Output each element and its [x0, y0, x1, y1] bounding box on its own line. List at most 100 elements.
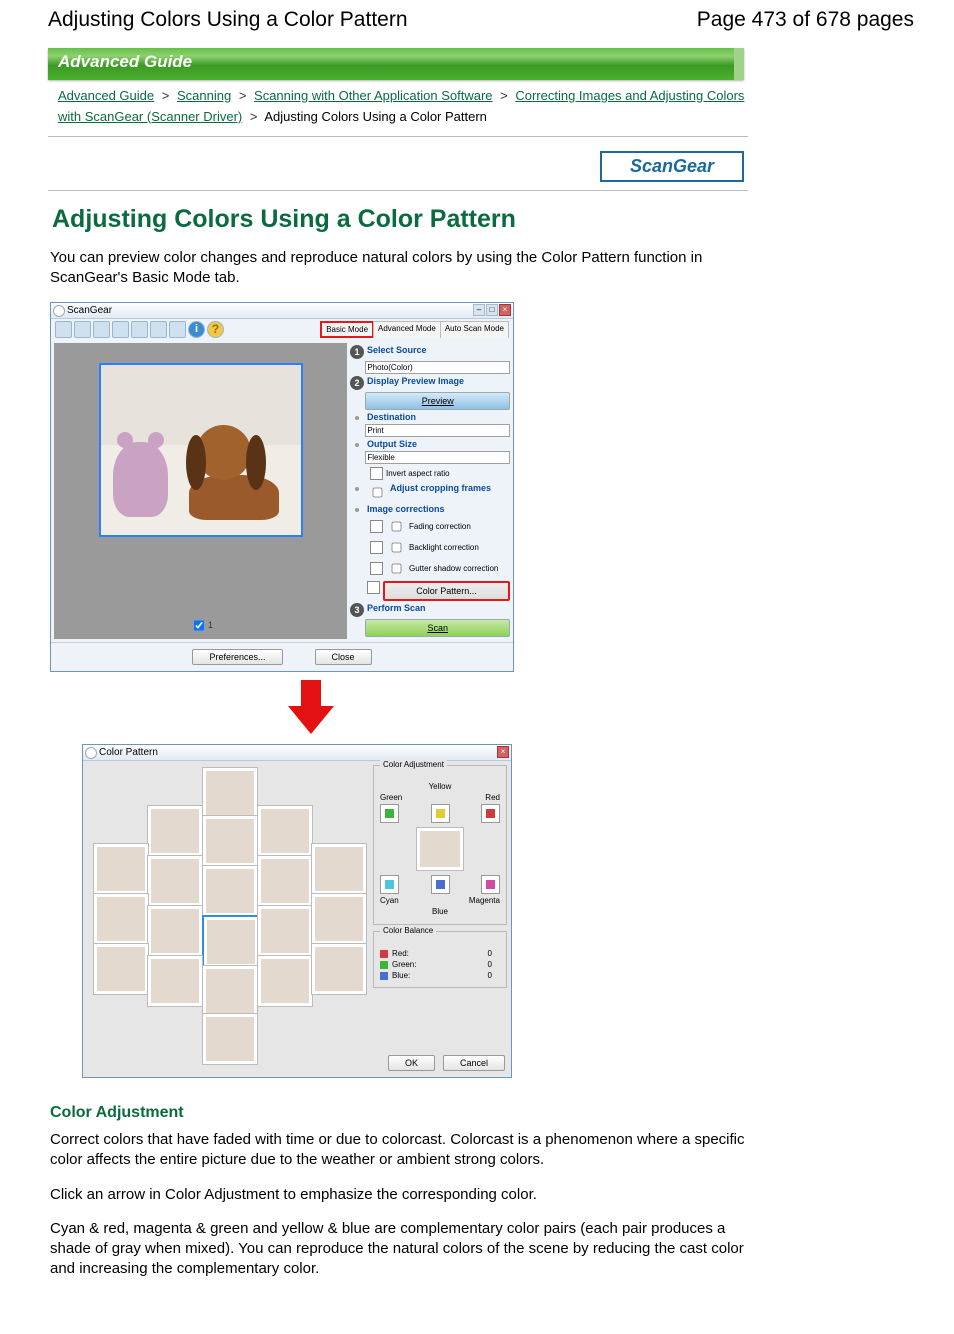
- crumb-other-app[interactable]: Scanning with Other Application Software: [254, 88, 492, 103]
- tool-icon[interactable]: [150, 321, 167, 338]
- crumb-advanced-guide[interactable]: Advanced Guide: [58, 88, 154, 103]
- color-adjustment-group: Color Adjustment Yellow GreenRed Cyan: [373, 765, 507, 925]
- pattern-thumb[interactable]: [202, 767, 258, 819]
- preferences-button[interactable]: Preferences...: [192, 649, 282, 665]
- label-preview: Display Preview Image: [367, 376, 510, 386]
- pattern-thumb[interactable]: [93, 843, 149, 895]
- tab-auto-scan-mode[interactable]: Auto Scan Mode: [440, 321, 509, 338]
- select-output-size[interactable]: Flexible: [365, 451, 510, 464]
- window-icon: [85, 747, 97, 759]
- window-titlebar: ScanGear – □ ×: [51, 303, 513, 319]
- ok-button[interactable]: OK: [388, 1055, 435, 1071]
- intro-text: You can preview color changes and reprod…: [50, 248, 750, 289]
- adjust-red-button[interactable]: [481, 804, 500, 823]
- scangear-window: ScanGear – □ × i ? Basic Mode: [50, 302, 514, 672]
- balance-red-value: 0: [488, 949, 492, 958]
- label-perform-scan: Perform Scan: [367, 603, 510, 613]
- select-source[interactable]: Photo(Color): [365, 361, 510, 374]
- minimize-icon[interactable]: –: [473, 304, 485, 316]
- tab-advanced-mode[interactable]: Advanced Mode: [373, 321, 441, 338]
- pattern-thumb-selected[interactable]: [202, 915, 260, 969]
- adjust-cyan-button[interactable]: [380, 875, 399, 894]
- color-pattern-window: Color Pattern ×: [82, 744, 512, 1078]
- tab-basic-mode[interactable]: Basic Mode: [320, 321, 374, 338]
- gutter-checkbox[interactable]: [392, 564, 402, 574]
- pattern-thumb[interactable]: [311, 843, 367, 895]
- backlight-icon: [370, 541, 383, 554]
- banner-advanced-guide: Advanced Guide: [48, 48, 744, 80]
- section-heading: Color Adjustment: [50, 1104, 914, 1122]
- maximize-icon[interactable]: □: [486, 304, 498, 316]
- doc-title: Adjusting Colors Using a Color Pattern: [48, 8, 408, 32]
- tool-icon[interactable]: [131, 321, 148, 338]
- label-image-corrections: Image corrections: [367, 504, 510, 514]
- close-button[interactable]: Close: [315, 649, 372, 665]
- tool-icon[interactable]: [74, 321, 91, 338]
- aspect-icon: [370, 467, 383, 480]
- color-pattern-button[interactable]: Color Pattern...: [383, 581, 510, 601]
- crumb-current: Adjusting Colors Using a Color Pattern: [264, 109, 487, 124]
- pattern-thumb[interactable]: [257, 855, 313, 907]
- page-header: Adjusting Colors Using a Color Pattern P…: [48, 8, 914, 32]
- tool-icon[interactable]: [55, 321, 72, 338]
- fading-icon: [370, 520, 383, 533]
- pattern-thumb[interactable]: [147, 955, 203, 1007]
- toolbar: i ? Basic Mode Advanced Mode Auto Scan M…: [51, 319, 513, 340]
- adjust-magenta-button[interactable]: [481, 875, 500, 894]
- tool-icon[interactable]: [93, 321, 110, 338]
- color-pattern-icon: [367, 581, 380, 594]
- preview-button[interactable]: Preview: [365, 392, 510, 410]
- pattern-thumb[interactable]: [93, 893, 149, 945]
- adjust-crop-checkbox[interactable]: [373, 488, 383, 498]
- balance-blue-value: 0: [488, 971, 492, 980]
- label-output-size: Output Size: [367, 439, 510, 449]
- pattern-thumb[interactable]: [202, 865, 258, 917]
- adjustment-preview: [416, 827, 464, 871]
- adjust-green-button[interactable]: [380, 804, 399, 823]
- adjust-yellow-button[interactable]: [431, 804, 450, 823]
- label-select-source: Select Source: [367, 345, 510, 355]
- pattern-thumb[interactable]: [202, 815, 258, 867]
- page-title: Adjusting Colors Using a Color Pattern: [52, 205, 914, 234]
- breadcrumb: Advanced Guide > Scanning > Scanning wit…: [58, 86, 758, 128]
- scangear-badge: ScanGear: [600, 151, 744, 182]
- pattern-thumb[interactable]: [311, 893, 367, 945]
- invert-aspect-link[interactable]: Invert aspect ratio: [386, 469, 450, 478]
- arrow-down-icon: [288, 680, 334, 734]
- body-text: Correct colors that have faded with time…: [50, 1130, 750, 1171]
- settings-panel: 1Select Source Photo(Color) 2Display Pre…: [350, 343, 510, 639]
- tool-icon[interactable]: [169, 321, 186, 338]
- balance-green-value: 0: [488, 960, 492, 969]
- window-icon: [53, 305, 65, 317]
- pattern-thumb[interactable]: [147, 905, 203, 957]
- preview-area: 1: [54, 343, 347, 639]
- close-icon[interactable]: ×: [497, 746, 509, 758]
- select-destination[interactable]: Print: [365, 424, 510, 437]
- body-text: Cyan & red, magenta & green and yellow &…: [50, 1219, 750, 1280]
- label-destination: Destination: [367, 412, 510, 422]
- scan-button[interactable]: Scan: [365, 619, 510, 637]
- info-icon[interactable]: i: [188, 321, 205, 338]
- adjust-blue-button[interactable]: [431, 875, 450, 894]
- pattern-thumb[interactable]: [257, 905, 313, 957]
- page-indicator: Page 473 of 678 pages: [697, 8, 914, 32]
- backlight-checkbox[interactable]: [392, 543, 402, 553]
- pattern-thumb[interactable]: [202, 1013, 258, 1065]
- pattern-thumb[interactable]: [257, 805, 313, 857]
- preview-image[interactable]: [99, 363, 303, 537]
- pattern-thumb[interactable]: [147, 805, 203, 857]
- gutter-icon: [370, 562, 383, 575]
- fading-checkbox[interactable]: [392, 522, 402, 532]
- pattern-thumb[interactable]: [311, 943, 367, 995]
- help-icon[interactable]: ?: [207, 321, 224, 338]
- pattern-thumb[interactable]: [257, 955, 313, 1007]
- pattern-thumb[interactable]: [202, 965, 258, 1017]
- pattern-thumb[interactable]: [93, 943, 149, 995]
- crumb-scanning[interactable]: Scanning: [177, 88, 231, 103]
- preview-count[interactable]: 1: [188, 616, 213, 635]
- pattern-thumb[interactable]: [147, 855, 203, 907]
- tool-icon[interactable]: [112, 321, 129, 338]
- adjust-crop-link[interactable]: Adjust cropping frames: [390, 483, 510, 493]
- cancel-button[interactable]: Cancel: [443, 1055, 505, 1071]
- close-icon[interactable]: ×: [499, 304, 511, 316]
